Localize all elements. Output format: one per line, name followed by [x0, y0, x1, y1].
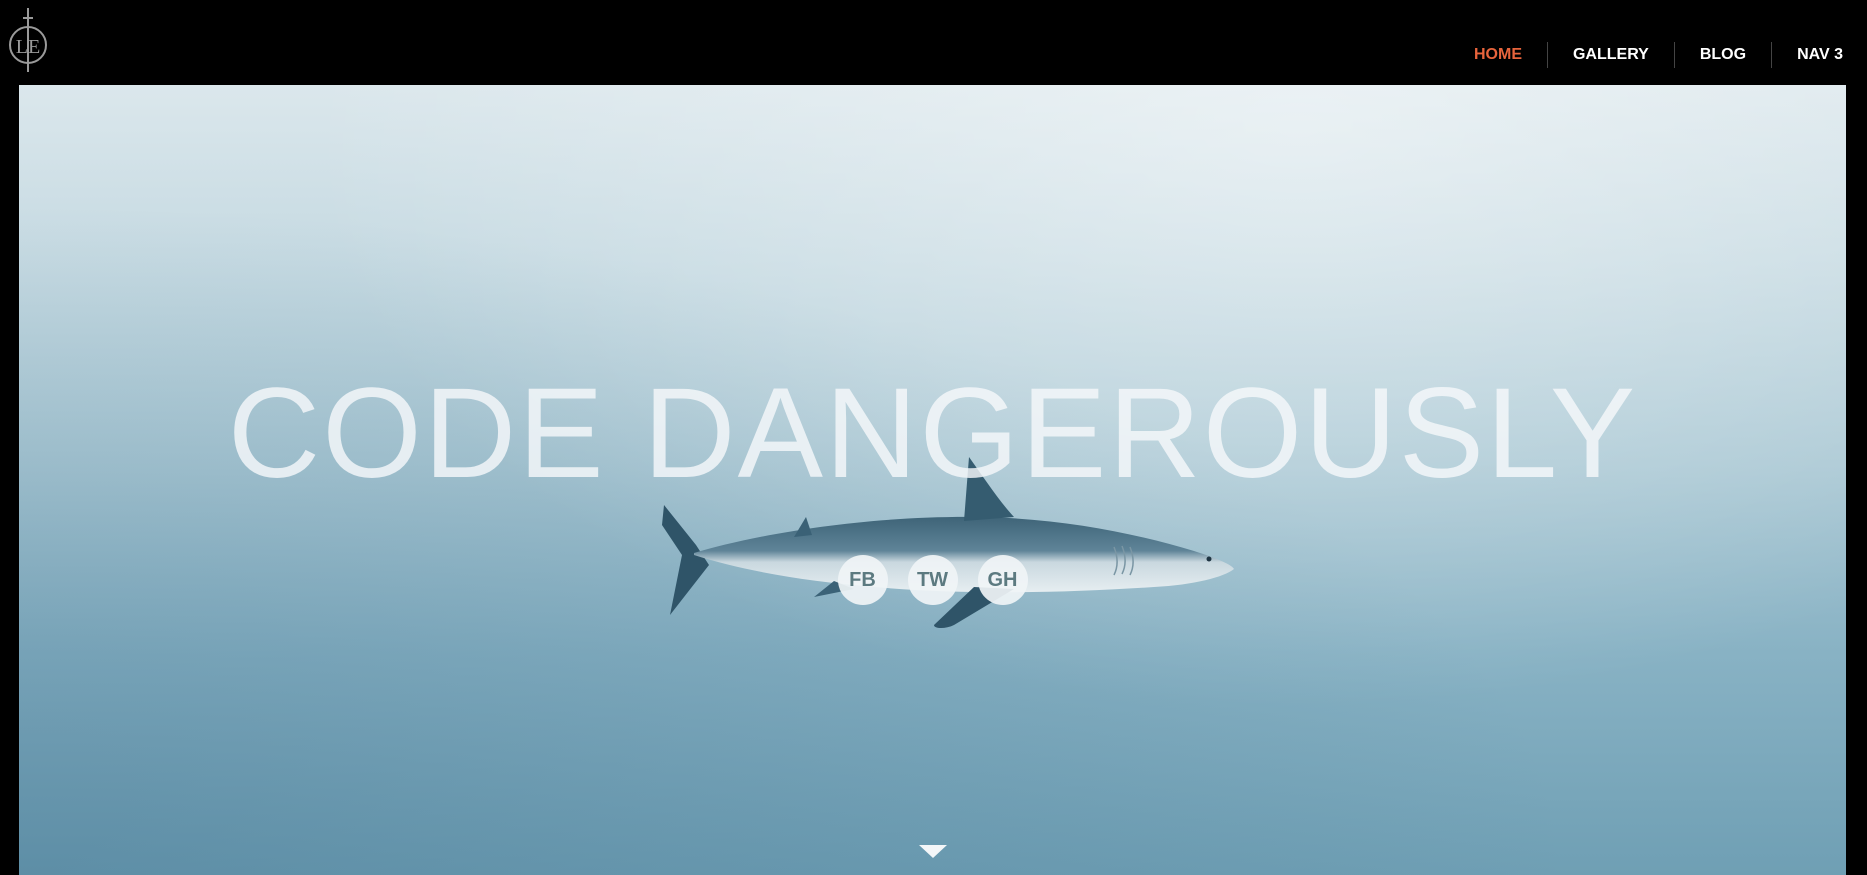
hero-headline: CODE DANGEROUSLY [227, 362, 1638, 505]
nav-blog[interactable]: BLOG [1673, 42, 1771, 68]
le-monogram-logo-icon[interactable]: LE [4, 6, 52, 74]
github-button[interactable]: GH [977, 555, 1028, 605]
facebook-button[interactable]: FB [837, 555, 888, 605]
nav-gallery[interactable]: GALLERY [1546, 42, 1674, 68]
hero-section: CODE DANGEROUSLY FB TW GH [19, 85, 1846, 875]
svg-text:LE: LE [16, 36, 40, 58]
main-nav: HOME GALLERY BLOG NAV 3 [1449, 42, 1843, 68]
top-navigation-bar: LE HOME GALLERY BLOG NAV 3 [0, 0, 1867, 85]
social-links: FB TW GH [19, 555, 1846, 605]
chevron-down-icon[interactable] [919, 845, 947, 858]
twitter-button[interactable]: TW [907, 555, 958, 605]
nav-home[interactable]: HOME [1449, 42, 1547, 68]
nav-nav-3[interactable]: NAV 3 [1771, 42, 1843, 68]
